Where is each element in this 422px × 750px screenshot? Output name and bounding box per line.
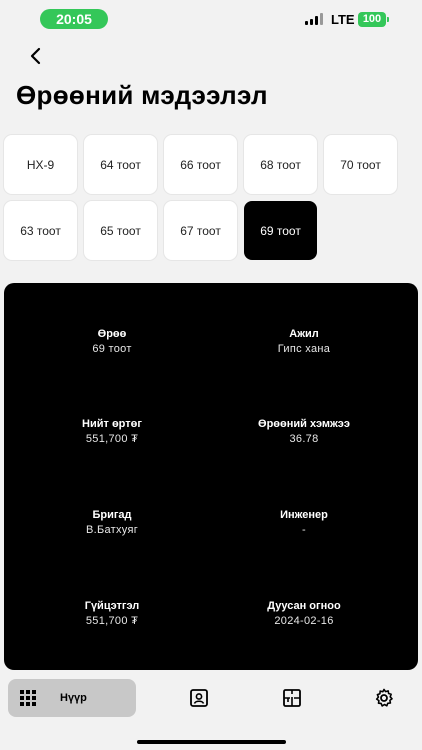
bottom-tab-bar: Нүүр <box>0 672 422 750</box>
back-button[interactable] <box>22 42 50 70</box>
room-chip-69-selected[interactable]: 69 тоот <box>244 201 317 260</box>
info-brigade-value: В.Батхуяг <box>85 524 139 536</box>
info-performance-value: 551,700 ₮ <box>85 615 139 627</box>
info-room: Өрөө 69 тоот <box>12 327 212 356</box>
info-room-value: 69 тоот <box>92 343 132 355</box>
home-indicator <box>137 740 286 744</box>
info-room-label: Өрөө <box>97 328 127 340</box>
info-engineer: Инженер - <box>204 508 404 537</box>
room-chip-hx9[interactable]: НХ-9 <box>4 135 77 194</box>
info-performance: Гүйцэтгэл 551,700 ₮ <box>12 599 212 628</box>
info-room-size: Өрөөний хэмжээ 36.78 <box>204 417 404 446</box>
info-total-cost: Нийт өртөг 551,700 ₮ <box>12 417 212 446</box>
battery-icon: 100 <box>358 12 386 27</box>
contact-card-icon[interactable] <box>189 688 209 708</box>
info-work: Ажил Гипс хана <box>204 327 404 356</box>
room-chip-67[interactable]: 67 тоот <box>164 201 237 260</box>
battery-tip <box>387 17 389 22</box>
chevron-left-icon <box>30 47 41 65</box>
room-chip-64[interactable]: 64 тоот <box>84 135 157 194</box>
network-type: LTE <box>331 12 355 27</box>
info-engineer-label: Инженер <box>280 509 328 521</box>
info-brigade: Бригад В.Батхуяг <box>12 508 212 537</box>
info-performance-label: Гүйцэтгэл <box>84 600 140 612</box>
tab-home-label: Нүүр <box>60 692 87 704</box>
info-room-size-label: Өрөөний хэмжээ <box>258 418 350 430</box>
status-bar: 20:05 LTE 100 <box>0 0 422 36</box>
room-chip-70[interactable]: 70 тоот <box>324 135 397 194</box>
info-end-date-label: Дуусан огноо <box>267 600 341 612</box>
info-room-size-value: 36.78 <box>289 433 319 445</box>
info-end-date: Дуусан огноо 2024-02-16 <box>204 599 404 628</box>
floor-plan-icon[interactable] <box>282 688 302 708</box>
signal-icon <box>305 13 325 25</box>
info-brigade-label: Бригад <box>92 509 132 521</box>
info-total-cost-value: 551,700 ₮ <box>85 433 139 445</box>
info-engineer-value: - <box>302 524 306 536</box>
info-end-date-value: 2024-02-16 <box>274 615 334 627</box>
status-time: 20:05 <box>40 9 108 29</box>
room-info-card: Өрөө 69 тоот Ажил Гипс хана Нийт өртөг 5… <box>4 283 418 670</box>
page-title: Өрөөний мэдээлэл <box>16 80 268 110</box>
info-work-label: Ажил <box>289 328 319 340</box>
tab-home[interactable]: Нүүр <box>8 679 136 717</box>
room-chip-66[interactable]: 66 тоот <box>164 135 237 194</box>
gear-icon[interactable] <box>374 688 394 708</box>
room-chip-63[interactable]: 63 тоот <box>4 201 77 260</box>
info-total-cost-label: Нийт өртөг <box>82 418 142 430</box>
room-chip-65[interactable]: 65 тоот <box>84 201 157 260</box>
info-work-value: Гипс хана <box>277 343 331 355</box>
grid-icon <box>20 690 36 706</box>
room-chip-68[interactable]: 68 тоот <box>244 135 317 194</box>
